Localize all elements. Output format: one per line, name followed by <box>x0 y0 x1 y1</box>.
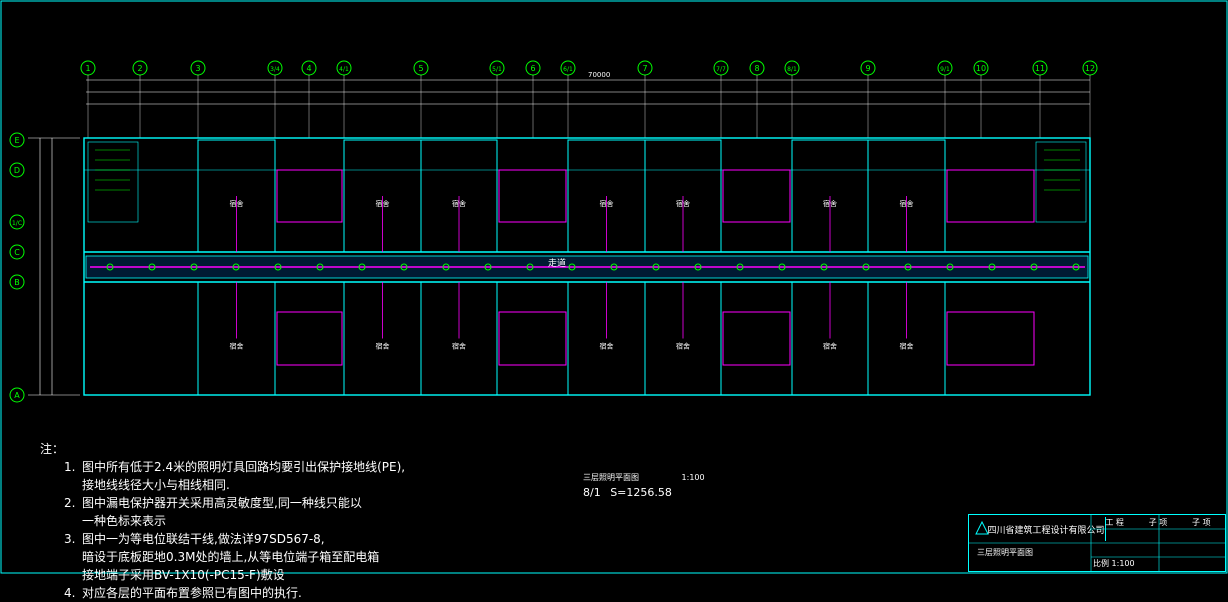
axis-label: 8 <box>754 64 759 73</box>
axis-label: 3 <box>195 64 200 73</box>
toilet-block <box>946 311 1035 366</box>
toilet-block <box>498 169 567 223</box>
dimension-lines-left <box>28 137 80 396</box>
room-label: 宿舍 <box>900 342 914 351</box>
area-annotation: 8/1 S=1256.58 <box>583 486 672 499</box>
axis-label: 1 <box>85 64 90 73</box>
stair-left <box>87 141 139 223</box>
axis-label: 4 <box>306 64 311 73</box>
room-label: 宿舍 <box>452 342 466 351</box>
note-number: 4. <box>64 586 76 600</box>
note-number: 1. <box>64 460 76 474</box>
room-label: 宿舍 <box>600 342 614 351</box>
note-line: 一种色标来表示 <box>40 512 560 530</box>
axis-bubbles-left: E D 1/C C B A <box>9 132 25 403</box>
toilet-block <box>722 169 791 223</box>
axis-label: 10 <box>976 64 986 73</box>
axis-label: D <box>14 166 20 175</box>
axis-label: 4/1 <box>339 66 349 73</box>
note-text: 接地端子采用BV-1X10(-PC15-F)敷设 <box>82 568 285 582</box>
note-line: 接地端子采用BV-1X10(-PC15-F)敷设 <box>40 566 560 584</box>
note-text: 接地线线径大小与相线相同. <box>82 478 230 492</box>
axis-label: 7/7 <box>716 66 726 73</box>
room-label: 宿舍 <box>230 342 244 351</box>
axis-label: 5 <box>418 64 423 73</box>
note-line: 2. 图中漏电保护器开关采用高灵敏度型,同一种线只能以 <box>40 494 560 512</box>
notes-section: 注： 1. 图中所有低于2.4米的照明灯具回路均要引出保护接地线(PE), 接地… <box>40 440 560 602</box>
axis-label: 6 <box>530 64 535 73</box>
toilet-block <box>276 311 343 366</box>
axis-label: A <box>14 391 20 400</box>
note-line: 4. 对应各层的平面布置参照已有图中的执行. <box>40 584 560 602</box>
toilet-block <box>722 311 791 366</box>
toilet-block <box>498 311 567 366</box>
axis-label: 11 <box>1035 64 1045 73</box>
toilet-block <box>946 169 1035 223</box>
note-text: 对应各层的平面布置参照已有图中的执行. <box>82 586 302 600</box>
note-number: 2. <box>64 496 76 510</box>
axis-label: 1/C <box>12 220 22 227</box>
axis-label: 9/1 <box>940 66 950 73</box>
axis-label: C <box>14 248 20 257</box>
notes-header-row: 注： <box>40 440 560 458</box>
title-block-grid <box>969 515 1225 571</box>
note-line: 接地线线径大小与相线相同. <box>40 476 560 494</box>
room-label: 宿舍 <box>823 342 837 351</box>
axis-label: 7 <box>642 64 647 73</box>
note-text: 图中所有低于2.4米的照明灯具回路均要引出保护接地线(PE), <box>82 460 406 474</box>
axis-label: 12 <box>1085 64 1095 73</box>
note-number: 3. <box>64 532 76 546</box>
axis-label: 8/1 <box>787 66 797 73</box>
note-line: 暗设于底板距地0.3M处的墙上,从等电位端子箱至配电箱 <box>40 548 560 566</box>
plan-title: 三层照明平面图 <box>583 473 639 482</box>
room-label: 宿舍 <box>376 342 390 351</box>
axis-label: 2 <box>137 64 142 73</box>
axis-label: E <box>14 136 19 145</box>
note-line: 1. 图中所有低于2.4米的照明灯具回路均要引出保护接地线(PE), <box>40 458 560 476</box>
area-prefix: 8/1 <box>583 486 601 499</box>
room-label: 宿舍 <box>676 342 690 351</box>
stair-right <box>1035 141 1087 223</box>
axis-label: B <box>14 278 20 287</box>
note-text: 一种色标来表示 <box>82 514 167 528</box>
axis-label: 9 <box>865 64 870 73</box>
axis-label: 6/1 <box>563 66 573 73</box>
axis-label: 3/4 <box>270 66 280 73</box>
plan-legend: 三层照明平面图 1:100 <box>583 472 705 483</box>
overall-dimension: 70000 <box>588 71 610 79</box>
area-value: S=1256.58 <box>610 486 672 499</box>
note-line: 3. 图中一为等电位联结干线,做法详97SD567-8, <box>40 530 560 548</box>
note-text: 暗设于底板距地0.3M处的墙上,从等电位端子箱至配电箱 <box>82 550 380 564</box>
note-text: 图中漏电保护器开关采用高灵敏度型,同一种线只能以 <box>82 496 362 510</box>
axis-label: 5/1 <box>492 66 502 73</box>
dimension-lines-top <box>86 79 1090 105</box>
toilet-block <box>276 169 343 223</box>
plan-scale: 1:100 <box>681 473 705 482</box>
corridor-label: 走道 <box>548 257 566 269</box>
notes-header: 注： <box>40 442 65 456</box>
title-block: 四川省建筑工程设计有限公司 工 程 子 项 子 项 三层照明平面图 比例 1:1… <box>968 514 1226 572</box>
note-text: 图中一为等电位联结干线,做法详97SD567-8, <box>82 532 325 546</box>
